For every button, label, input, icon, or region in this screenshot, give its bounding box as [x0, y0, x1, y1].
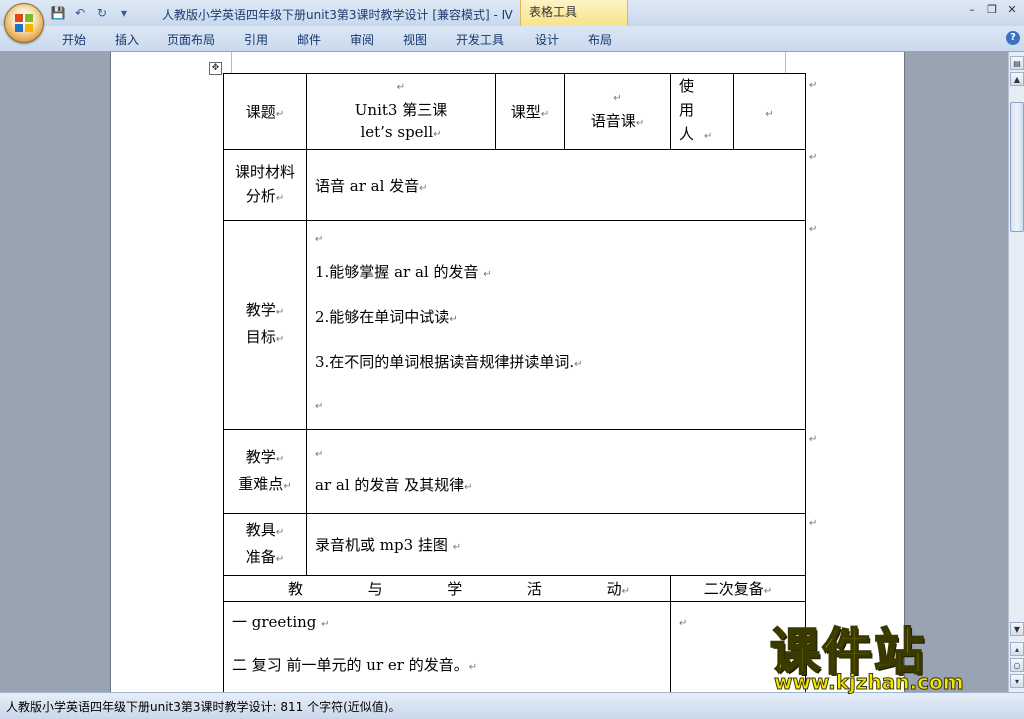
- title-bar: 💾 ↶ ↻ ▾ 人教版小学英语四年级下册unit3第3课时教学设计 [兼容模式]…: [0, 0, 1024, 27]
- activities-header-cell[interactable]: 教 与 学 活 动↵: [223, 575, 671, 602]
- office-button[interactable]: [4, 3, 44, 43]
- difficulty-value: ar al 的发音 及其规律: [315, 476, 465, 494]
- table-tools-context-header: 表格工具: [520, 0, 628, 26]
- goals-label-cell[interactable]: 教学↵ 目标↵: [223, 220, 307, 430]
- tab-insert[interactable]: 插入: [115, 31, 139, 48]
- lesson-plan-table: 课题↵ ↵ Unit3 第三课 let’s spell↵ 课型↵ ↵ 语音课↵ …: [223, 73, 806, 692]
- lesson-type-label: 课型: [510, 103, 541, 121]
- customize-icon[interactable]: ▾: [116, 5, 132, 21]
- activity-item: 二 复习 前一单元的 ur er 的发音。: [232, 656, 469, 674]
- scroll-down-icon[interactable]: ▼: [1010, 622, 1024, 636]
- goal-item: 1.能够掌握 ar al 的发音: [315, 263, 479, 281]
- review-header: 二次复备: [703, 580, 764, 598]
- analysis-label-line2: 分析: [245, 186, 276, 205]
- table-row: 教具↵ 准备↵ 录音机或 mp3 挂图 ↵: [223, 513, 806, 576]
- difficulty-label-cell[interactable]: 教学↵ 重难点↵: [223, 429, 307, 514]
- difficulty-label-line1: 教学: [245, 447, 276, 466]
- undo-icon[interactable]: ↶: [72, 5, 88, 21]
- user-value-cell[interactable]: ↵: [733, 73, 806, 150]
- topic-value-cell[interactable]: ↵ Unit3 第三课 let’s spell↵: [306, 73, 496, 150]
- user-label-cell[interactable]: 使 用 人↵: [670, 73, 734, 150]
- tab-table-layout[interactable]: 布局: [588, 31, 612, 48]
- difficulty-value-cell[interactable]: ↵ ar al 的发音 及其规律↵: [306, 429, 806, 514]
- previous-page-icon[interactable]: ▴: [1010, 642, 1024, 656]
- window-controls: – ❐ ✕: [966, 3, 1018, 17]
- lesson-type-label-cell[interactable]: 课型↵: [495, 73, 565, 150]
- help-icon[interactable]: ?: [1006, 31, 1020, 45]
- topic-label-cell[interactable]: 课题↵: [223, 73, 307, 150]
- user-label: 使 用 人: [679, 77, 705, 143]
- analysis-label-line1: 课时材料: [234, 162, 295, 181]
- next-page-icon[interactable]: ▾: [1010, 674, 1024, 688]
- tab-references[interactable]: 引用: [244, 31, 268, 48]
- close-icon[interactable]: ✕: [1006, 3, 1018, 17]
- tab-mailings[interactable]: 邮件: [297, 31, 321, 48]
- activities-header-char: 与: [367, 580, 383, 598]
- topic-title-line1: Unit3 第三课: [354, 101, 448, 119]
- table-row: 教 与 学 活 动↵ 二次复备↵: [223, 575, 806, 602]
- analysis-value: 语音 ar al 发音: [315, 176, 420, 195]
- vertical-scrollbar[interactable]: ▤ ▲ ▼ ▴ ○ ▾: [1008, 52, 1024, 692]
- document-title: 人教版小学英语四年级下册unit3第3课时教学设计 [兼容模式] - Ⅳ: [162, 8, 513, 22]
- goals-value-cell[interactable]: ↵ 1.能够掌握 ar al 的发音 ↵ 2.能够在单词中试读↵ 3.在不同的单…: [306, 220, 806, 430]
- review-header-cell[interactable]: 二次复备↵: [670, 575, 806, 602]
- tab-developer[interactable]: 开发工具: [456, 31, 504, 48]
- office-logo-icon: [15, 14, 33, 32]
- tools-value: 录音机或 mp3 挂图: [315, 536, 448, 554]
- table-tools-label: 表格工具: [529, 5, 578, 19]
- quick-access-toolbar: 💾 ↶ ↻ ▾: [50, 4, 132, 22]
- tools-value-cell[interactable]: 录音机或 mp3 挂图 ↵: [306, 513, 806, 576]
- difficulty-label-line2: 重难点: [238, 474, 284, 493]
- activities-header-char: 动: [606, 580, 622, 598]
- activity-item: 一 greeting: [232, 613, 317, 631]
- tools-label-cell[interactable]: 教具↵ 准备↵: [223, 513, 307, 576]
- ruler-toggle-icon[interactable]: ▤: [1010, 56, 1024, 70]
- restore-icon[interactable]: ❐: [986, 3, 998, 17]
- document-area: ✥ 课题↵ ↵ Unit3 第三课 let’s spell↵ 课型↵ ↵ 语音课…: [0, 52, 1008, 692]
- tab-review[interactable]: 审阅: [350, 31, 374, 48]
- scroll-up-icon[interactable]: ▲: [1010, 72, 1024, 86]
- topic-title-line2: let’s spell: [360, 123, 434, 141]
- activities-header-char: 学: [447, 580, 463, 598]
- table-move-handle-icon[interactable]: ✥: [209, 62, 222, 75]
- status-text: 人教版小学英语四年级下册unit3第3课时教学设计: 811 个字符(近似值)。: [6, 700, 401, 714]
- tab-page-layout[interactable]: 页面布局: [167, 31, 215, 48]
- save-icon[interactable]: 💾: [50, 5, 66, 21]
- activities-header-char: 教: [288, 580, 304, 598]
- review-content-cell[interactable]: ↵: [670, 601, 806, 692]
- analysis-label-cell[interactable]: 课时材料 分析↵: [223, 149, 307, 221]
- lesson-type-value-cell[interactable]: ↵ 语音课↵: [564, 73, 671, 150]
- goal-item: 3.在不同的单词根据读音规律拼读单词.: [315, 353, 575, 371]
- activities-header-char: 活: [526, 580, 542, 598]
- tools-label-line1: 教具: [245, 520, 276, 539]
- goal-item: 2.能够在单词中试读: [315, 308, 450, 326]
- activities-content-cell[interactable]: 一 greeting ↵ 二 复习 前一单元的 ur er 的发音。↵: [223, 601, 671, 692]
- topic-label: 课题: [245, 103, 276, 121]
- table-row: 课时材料 分析↵ 语音 ar al 发音↵: [223, 149, 806, 221]
- lesson-type-value: 语音课: [590, 112, 636, 130]
- redo-icon[interactable]: ↻: [94, 5, 110, 21]
- scroll-thumb[interactable]: [1010, 102, 1024, 232]
- tab-view[interactable]: 视图: [403, 31, 427, 48]
- analysis-value-cell[interactable]: 语音 ar al 发音↵: [306, 149, 806, 221]
- goals-label-line1: 教学: [245, 301, 276, 319]
- table-row: 课题↵ ↵ Unit3 第三课 let’s spell↵ 课型↵ ↵ 语音课↵ …: [223, 73, 806, 150]
- document-page[interactable]: ✥ 课题↵ ↵ Unit3 第三课 let’s spell↵ 课型↵ ↵ 语音课…: [110, 52, 905, 692]
- tools-label-line2: 准备: [245, 547, 276, 566]
- status-bar: 人教版小学英语四年级下册unit3第3课时教学设计: 811 个字符(近似值)。: [0, 692, 1024, 719]
- tab-home[interactable]: 开始: [62, 31, 86, 48]
- table-row: 教学↵ 重难点↵ ↵ ar al 的发音 及其规律↵: [223, 429, 806, 514]
- goals-label-line2: 目标: [245, 328, 276, 346]
- browse-object-icon[interactable]: ○: [1010, 658, 1024, 672]
- table-row: 教学↵ 目标↵ ↵ 1.能够掌握 ar al 的发音 ↵ 2.能够在单词中试读↵…: [223, 220, 806, 430]
- table-row: 一 greeting ↵ 二 复习 前一单元的 ur er 的发音。↵ ↵: [223, 601, 806, 692]
- minimize-icon[interactable]: –: [966, 3, 978, 17]
- ribbon-tabs: 开始 插入 页面布局 引用 邮件 审阅 视图 开发工具 设计 布局 ?: [0, 26, 1024, 52]
- tab-table-design[interactable]: 设计: [535, 31, 559, 48]
